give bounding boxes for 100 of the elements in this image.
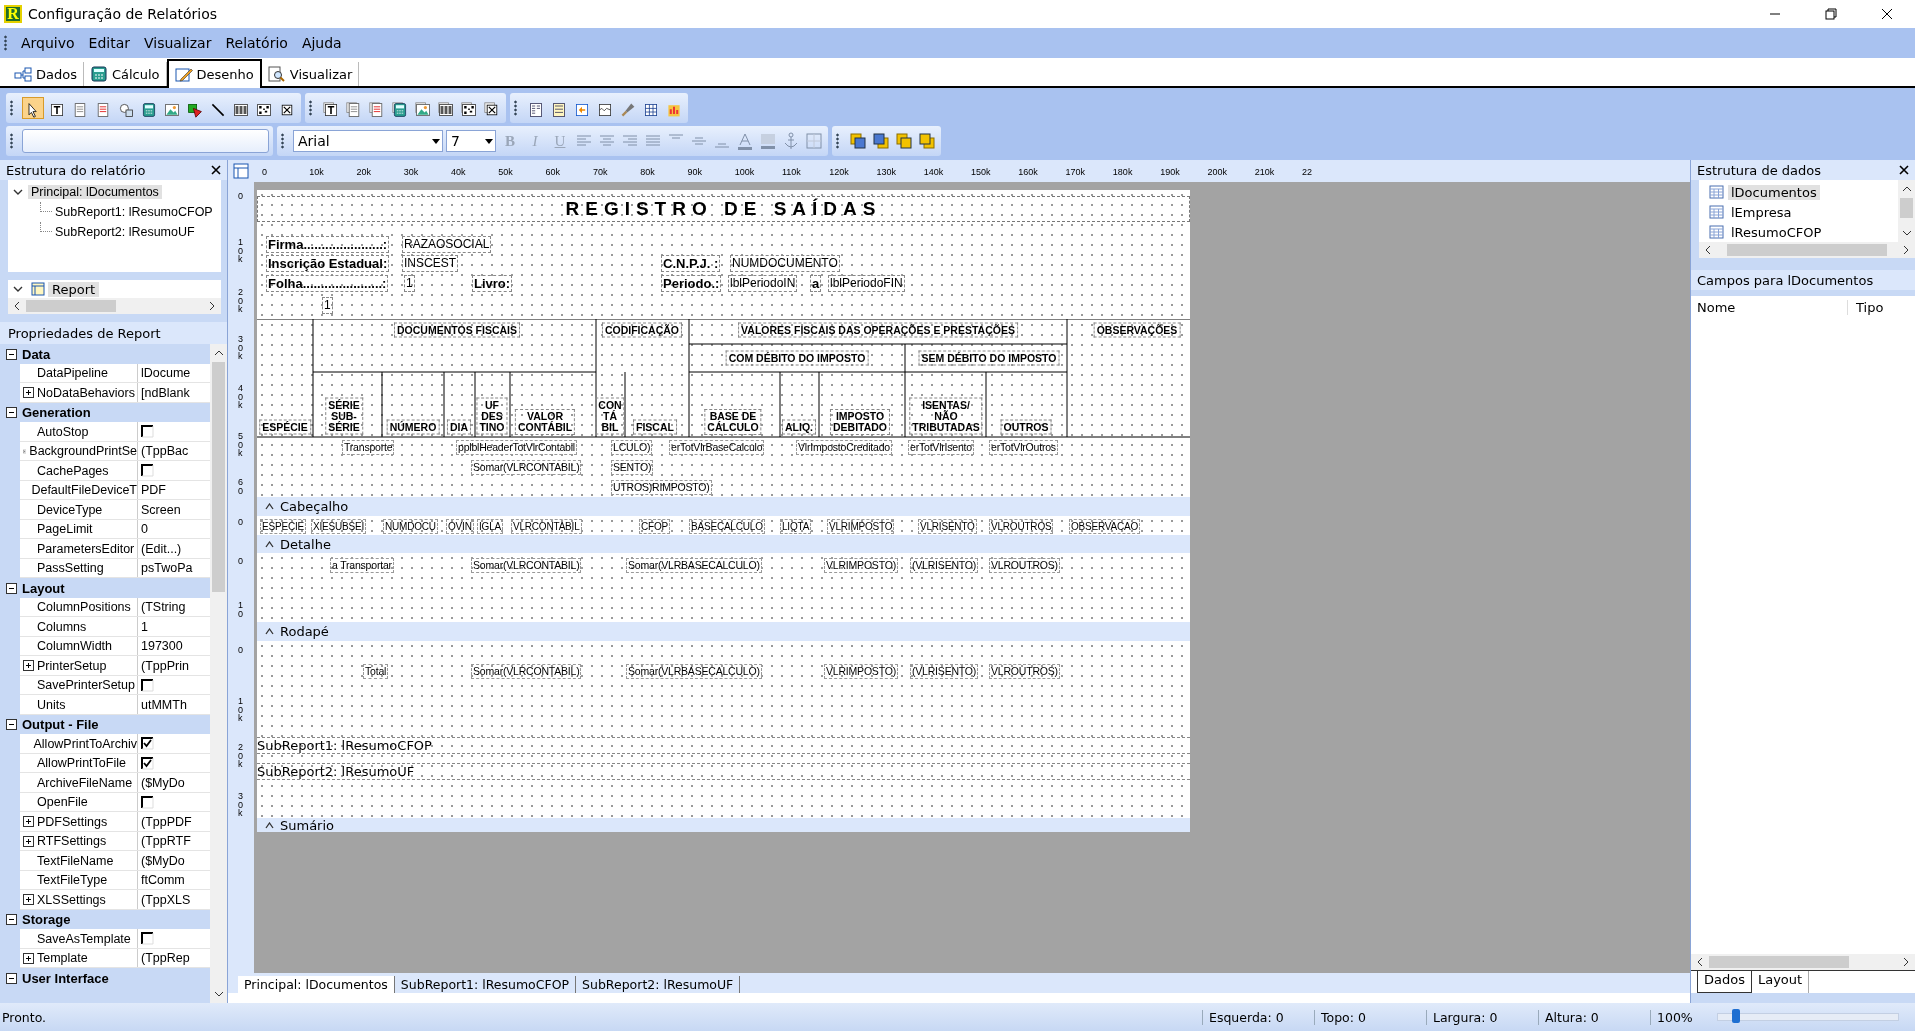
scrollbar-thumb[interactable] — [1709, 956, 1849, 969]
tab[interactable]: Cálculo — [83, 62, 167, 87]
tab[interactable]: Desenho — [166, 59, 262, 89]
menu-item[interactable]: Editar — [82, 32, 137, 53]
property-value[interactable]: ($MyDo — [141, 853, 185, 868]
scrollbar-thumb[interactable] — [26, 300, 116, 313]
property-value[interactable]: 197300 — [141, 639, 183, 654]
collapse-icon[interactable] — [6, 914, 17, 926]
layer-icon[interactable] — [894, 131, 914, 152]
property-value[interactable]: (TppXLS — [141, 892, 191, 907]
column-heading: DOCUMENTOS FISCAIS — [394, 322, 520, 338]
checkbox[interactable] — [141, 425, 154, 439]
property-value[interactable]: (TppRTF — [141, 834, 191, 849]
expand-icon[interactable] — [23, 952, 34, 964]
scrollbar-thumb[interactable] — [1727, 244, 1887, 257]
caret-icon[interactable] — [265, 541, 274, 549]
property-group: User Interface — [22, 970, 109, 986]
tab[interactable]: Dados — [8, 62, 84, 87]
caret-icon[interactable] — [265, 821, 274, 829]
caret-icon[interactable] — [265, 628, 274, 636]
ruler-icon[interactable] — [233, 163, 249, 180]
report-title: REGISTRO DE SAÍDAS — [257, 196, 1190, 223]
tab[interactable]: Visualizar — [261, 62, 360, 87]
input-field[interactable] — [22, 129, 269, 154]
expand-icon[interactable] — [23, 816, 34, 828]
scroll-left-icon[interactable] — [12, 301, 22, 312]
font-color-icon[interactable] — [735, 131, 755, 152]
property-value[interactable]: (Edit...) — [141, 541, 182, 556]
close-icon[interactable] — [211, 165, 221, 176]
column-header[interactable]: Tipo — [1848, 299, 1884, 315]
collapse-icon[interactable] — [6, 719, 17, 731]
collapse-icon[interactable] — [6, 348, 17, 360]
layer-icon[interactable] — [871, 131, 891, 152]
report-label: Livro: — [472, 275, 513, 293]
property-value[interactable]: (TppPrin — [141, 658, 189, 673]
property-value[interactable]: 1 — [141, 619, 148, 634]
property-value[interactable]: Screen — [141, 502, 181, 517]
checkbox[interactable] — [141, 678, 154, 692]
property-name: DefaultFileDeviceT — [31, 483, 137, 498]
collapse-icon[interactable] — [6, 407, 17, 419]
property-value[interactable]: PDF — [141, 483, 166, 498]
layer-icon[interactable] — [917, 131, 937, 152]
menu-item[interactable]: Arquivo — [15, 32, 81, 53]
scroll-right-icon[interactable] — [207, 301, 217, 312]
tree-item[interactable]: SubReport2: lResumoUF — [52, 225, 198, 240]
property-value[interactable]: (TString — [141, 600, 186, 615]
checkbox[interactable] — [141, 464, 154, 478]
band-bar[interactable]: Sumário — [257, 818, 1190, 833]
expand-icon[interactable] — [23, 387, 34, 399]
scroll-left-icon[interactable] — [1703, 245, 1713, 256]
property-value[interactable]: ($MyDo — [141, 775, 185, 790]
property-value[interactable]: (TppRep — [141, 951, 190, 966]
property-value[interactable]: (TppPDF — [141, 814, 192, 829]
menu-item[interactable]: Visualizar — [138, 32, 218, 53]
tree-item[interactable]: lDocumentos — [1728, 184, 1820, 200]
tree-item[interactable]: Report — [48, 281, 100, 297]
menu-item[interactable]: Relatório — [219, 32, 294, 53]
property-value[interactable]: 0 — [141, 522, 148, 537]
checkbox[interactable] — [141, 795, 154, 809]
checkbox[interactable] — [141, 737, 154, 751]
layer-icon[interactable] — [848, 131, 868, 152]
property-value[interactable]: ftComm — [141, 873, 185, 888]
scroll-right-icon[interactable] — [1901, 245, 1911, 256]
band-bar[interactable]: Cabeçalho — [257, 497, 1190, 517]
menu-item[interactable]: Ajuda — [295, 32, 348, 53]
scroll-right-icon[interactable] — [1901, 957, 1911, 968]
scrollbar-thumb[interactable] — [1900, 198, 1913, 219]
scroll-left-icon[interactable] — [1695, 957, 1705, 968]
checkbox[interactable] — [141, 932, 154, 946]
close-icon[interactable] — [1899, 165, 1909, 176]
tree-item[interactable]: Principal: lDocumentos — [28, 185, 162, 200]
size-dropdown[interactable]: 7 — [446, 130, 496, 153]
expand-icon[interactable] — [23, 894, 34, 906]
tree-item[interactable]: lResumoCFOP — [1728, 224, 1825, 240]
property-value[interactable]: utMMTh — [141, 697, 187, 712]
property-name: CachePages — [37, 463, 109, 478]
close-icon[interactable] — [1881, 8, 1893, 20]
tab[interactable]: Principal: lDocumentos — [238, 976, 395, 994]
property-value[interactable]: (TppBac — [141, 444, 189, 459]
expand-icon[interactable] — [23, 660, 34, 672]
tree-item[interactable]: lEmpresa — [1728, 204, 1795, 220]
tab[interactable]: Layout — [1751, 971, 1810, 994]
tab[interactable]: Dados — [1697, 971, 1752, 994]
collapse-icon[interactable] — [6, 582, 17, 594]
caret-icon[interactable] — [265, 503, 274, 511]
tree-item[interactable]: SubReport1: lResumoCFOP — [52, 205, 216, 220]
font-dropdown[interactable]: Arial — [293, 130, 443, 153]
scrollbar-thumb[interactable] — [212, 362, 225, 593]
restore-icon[interactable] — [1825, 8, 1837, 20]
collapse-icon[interactable] — [6, 972, 17, 984]
ruler-label: 140k — [923, 168, 944, 178]
property-value[interactable]: [ndBlank — [141, 385, 190, 400]
column-header[interactable]: Nome — [1691, 299, 1848, 315]
slider-thumb[interactable] — [1731, 1009, 1740, 1024]
property-value[interactable]: psTwoPa — [141, 561, 193, 576]
expand-icon[interactable] — [23, 835, 34, 847]
property-value[interactable]: lDocume — [141, 366, 191, 381]
band-bar[interactable]: Rodapé — [257, 622, 1190, 642]
highlight-icon[interactable] — [758, 131, 778, 152]
checkbox[interactable] — [141, 756, 154, 770]
